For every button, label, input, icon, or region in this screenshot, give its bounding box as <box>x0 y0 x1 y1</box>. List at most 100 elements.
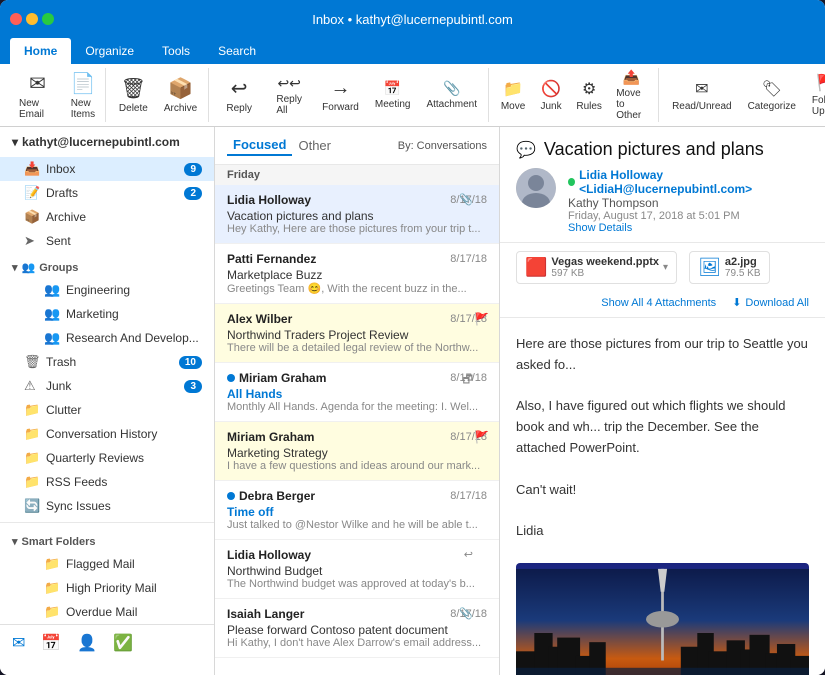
forward-button[interactable]: → Forward <box>315 69 366 121</box>
email-item[interactable]: Miriam Graham 8/17/18 Marketing Strategy… <box>215 422 499 481</box>
sidebar-item-archive[interactable]: 📦 Archive <box>0 205 214 229</box>
sidebar-item-trash[interactable]: 🗑 Trash 10 <box>0 350 214 374</box>
sidebar-item-engineering[interactable]: 👥 Engineering <box>0 278 214 302</box>
research-icon: 👥 <box>44 330 60 346</box>
groups-collapse-icon: ▾ <box>12 261 18 274</box>
email-item[interactable]: Debra Berger 8/17/18 Time off Just talke… <box>215 481 499 540</box>
title-bar-title: Inbox • kathyt@lucernepubintl.com <box>312 12 513 27</box>
high-priority-mail-icon: 📁 <box>44 580 60 596</box>
delete-button[interactable]: 🗑 Delete <box>112 69 155 121</box>
new-items-button[interactable]: 📄 NewItems <box>65 69 101 121</box>
email-item[interactable]: Alex Wilber 8/17/18 Northwind Traders Pr… <box>215 304 499 363</box>
tab-home[interactable]: Home <box>10 38 71 64</box>
calendar-nav-icon[interactable]: 📅 <box>41 633 61 653</box>
new-email-button[interactable]: ✉ New Email <box>12 69 63 121</box>
sidebar-item-conversation-history[interactable]: 📁 Conversation History <box>0 422 214 446</box>
attachment-item-pptx[interactable]: 🟥 Vegas weekend.pptx 597 KB ▾ <box>516 251 677 284</box>
email-preview: Hi Kathy, I don't have Alex Darrow's ema… <box>227 637 487 649</box>
move-button[interactable]: 📁 Move <box>495 69 531 121</box>
flagged-mail-icon: 📁 <box>44 556 60 572</box>
email-preview: Monthly All Hands. Agenda for the meetin… <box>227 401 487 413</box>
show-all-attachments-link[interactable]: Show All 4 Attachments <box>601 296 716 309</box>
ribbon: Home Organize Tools Search ✉ New Email 📄… <box>0 38 825 127</box>
close-button[interactable] <box>10 13 22 25</box>
email-sender: Patti Fernandez <box>227 252 316 266</box>
email-sender: Alex Wilber <box>227 312 292 326</box>
email-list-scroll[interactable]: Friday Lidia Holloway 8/17/18 Vacation p… <box>215 165 499 675</box>
tasks-nav-icon[interactable]: ✅ <box>113 633 133 653</box>
meeting-button[interactable]: 📅 Meeting <box>368 69 418 121</box>
sidebar-item-marketing[interactable]: 👥 Marketing <box>0 302 214 326</box>
sidebar-item-drafts[interactable]: 📝 Drafts 2 <box>0 181 214 205</box>
mail-nav-icon[interactable]: ✉ <box>12 633 25 653</box>
tab-organize[interactable]: Organize <box>71 38 148 64</box>
attachment-indicator-icon: 📎 <box>459 607 473 620</box>
sidebar-divider <box>0 522 214 523</box>
new-email-icon: ✉ <box>29 71 46 96</box>
sidebar-item-quarterly-reviews[interactable]: 📁 Quarterly Reviews <box>0 446 214 470</box>
email-item[interactable]: Miriam Graham 8/17/18 All Hands Monthly … <box>215 363 499 422</box>
marketing-icon: 👥 <box>44 306 60 322</box>
email-item[interactable]: Lidia Holloway 8/17/18 Vacation pictures… <box>215 185 499 244</box>
email-preview: There will be a detailed legal review of… <box>227 342 487 354</box>
email-item[interactable]: Isaiah Langer 8/17/18 Please forward Con… <box>215 599 499 658</box>
attachment-indicator-icon: 📎 <box>459 193 473 206</box>
reply-button[interactable]: ↩ Reply <box>215 69 263 121</box>
sidebar-item-junk[interactable]: ⚠ Junk 3 <box>0 374 214 398</box>
sidebar-item-overdue-mail[interactable]: 📁 Overdue Mail <box>0 600 214 624</box>
smart-folders-header[interactable]: ▾ Smart Folders <box>0 527 214 552</box>
sort-by[interactable]: By: Conversations <box>398 140 487 152</box>
email-sender: Miriam Graham <box>227 371 326 385</box>
junk-button[interactable]: 🚫 Junk <box>533 69 569 121</box>
sidebar-item-sent[interactable]: ➤ Sent <box>0 229 214 253</box>
people-nav-icon[interactable]: 👤 <box>77 633 97 653</box>
move-to-other-button[interactable]: 📤 Move toOther <box>609 69 654 121</box>
download-all-link[interactable]: ⬇ Download All <box>732 296 809 309</box>
reading-header: 💬 Vacation pictures and plans <box>500 127 825 243</box>
collapse-icon: ▾ <box>12 135 18 149</box>
reading-pane: 💬 Vacation pictures and plans <box>500 127 825 675</box>
categorize-button[interactable]: 🏷 Categorize <box>741 69 803 121</box>
email-list: Focused Other By: Conversations Friday L… <box>215 127 500 675</box>
overdue-mail-icon: 📁 <box>44 604 60 620</box>
attachment-button[interactable]: 📎 Attachment <box>419 69 484 121</box>
sidebar-item-sync-issues[interactable]: 🔄 Sync Issues <box>0 494 214 518</box>
groups-icon: 👥 <box>22 261 36 274</box>
read-unread-icon: ✉ <box>695 79 708 99</box>
sidebar-item-clutter[interactable]: 📁 Clutter <box>0 398 214 422</box>
categorize-icon: 🏷 <box>762 79 782 99</box>
rules-button[interactable]: ⚙ Rules <box>571 69 607 121</box>
sidebar-item-rss-feeds[interactable]: 📁 RSS Feeds <box>0 470 214 494</box>
archive-ribbon-button[interactable]: 📦 Archive <box>157 69 204 121</box>
groups-header[interactable]: ▾ 👥 Groups <box>0 253 214 278</box>
follow-up-button[interactable]: 🚩 FollowUp <box>805 69 825 121</box>
tab-tools[interactable]: Tools <box>148 38 204 64</box>
account-header[interactable]: ▾ kathyt@lucernepubintl.com <box>0 127 214 157</box>
email-item[interactable]: Lidia Holloway Northwind Budget The Nort… <box>215 540 499 599</box>
forward-icon: → <box>331 77 351 100</box>
sidebar-item-high-priority-mail[interactable]: 📁 High Priority Mail <box>0 576 214 600</box>
sidebar-item-flagged-mail[interactable]: 📁 Flagged Mail <box>0 552 214 576</box>
sidebar-item-inbox[interactable]: 📥 Inbox 9 <box>0 157 214 181</box>
quarterly-reviews-icon: 📁 <box>24 450 40 466</box>
app-window: Inbox • kathyt@lucernepubintl.com Home O… <box>0 0 825 675</box>
tab-other[interactable]: Other <box>292 136 337 155</box>
meeting-icon: 📅 <box>384 80 401 97</box>
read-unread-button[interactable]: ✉ Read/Unread <box>665 69 738 121</box>
maximize-button[interactable] <box>42 13 54 25</box>
attachment-item-jpg[interactable]: 🖼 a2.jpg 79.5 KB <box>689 251 769 284</box>
email-item[interactable]: Patti Fernandez 8/17/18 Marketplace Buzz… <box>215 244 499 304</box>
email-subject: Marketing Strategy <box>227 446 487 460</box>
body-paragraph-1: Here are those pictures from our trip to… <box>516 334 809 376</box>
tab-focused[interactable]: Focused <box>227 135 292 156</box>
tab-search[interactable]: Search <box>204 38 270 64</box>
sidebar-item-research[interactable]: 👥 Research And Develop... <box>0 326 214 350</box>
jpg-icon: 🖼 <box>698 257 721 278</box>
reply-all-button[interactable]: ↩↩ ReplyAll <box>265 69 313 121</box>
show-details-link[interactable]: Show Details <box>568 222 809 234</box>
minimize-button[interactable] <box>26 13 38 25</box>
main-layout: ▾ kathyt@lucernepubintl.com 📥 Inbox 9 📝 … <box>0 127 825 675</box>
email-preview: I have a few questions and ideas around … <box>227 460 487 472</box>
window-icon: 🗗 <box>463 371 473 390</box>
email-sender: Isaiah Langer <box>227 607 304 621</box>
